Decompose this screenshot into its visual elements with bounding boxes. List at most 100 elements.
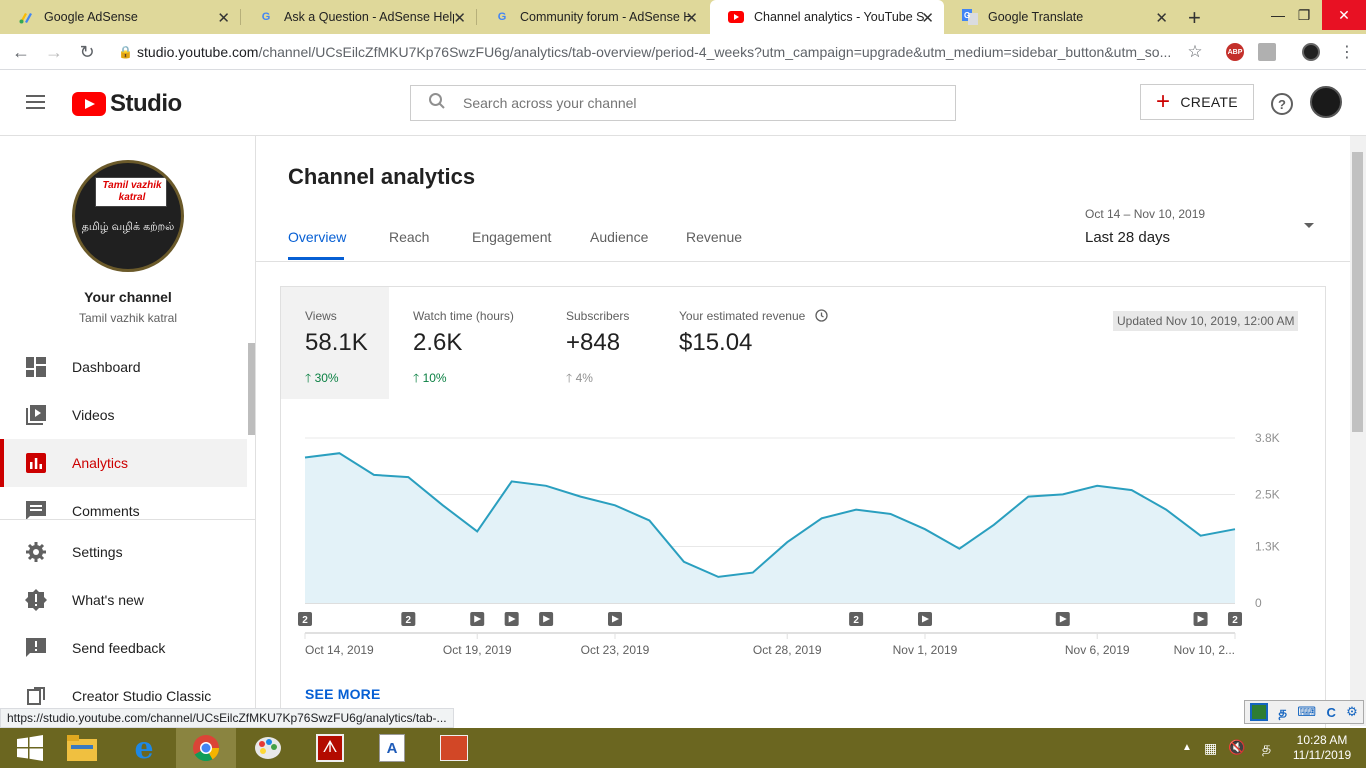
metric-change: 🡑 4% [566, 371, 593, 385]
network-icon[interactable]: ▦ [1204, 740, 1217, 757]
tab-engagement[interactable]: Engagement [472, 229, 551, 245]
metric-views[interactable]: Views 58.1K 🡑 30% [281, 287, 389, 399]
internet-explorer-icon[interactable]: e [114, 728, 174, 768]
sidebar-item-settings[interactable]: Settings [0, 528, 247, 576]
chart-point [510, 479, 514, 483]
whats-new-icon [25, 589, 47, 611]
sidebar-item-whats-new[interactable]: What's new [0, 576, 247, 624]
video-marker-icon[interactable] [918, 612, 932, 626]
new-tab-icon[interactable]: + [1188, 5, 1201, 31]
chrome-icon[interactable] [176, 728, 236, 768]
google-icon: G [261, 11, 271, 23]
chart-x-tick-label: Nov 10, 2... [1174, 643, 1235, 657]
window-close-icon[interactable]: ✕ [1322, 0, 1366, 30]
video-marker-icon[interactable] [470, 612, 485, 626]
video-marker-icon[interactable] [1055, 612, 1070, 626]
menu-icon[interactable] [26, 95, 45, 109]
sidebar: Tamil vazhik katral தமிழ் வழிக் கற்றல் Y… [0, 136, 256, 726]
forward-icon[interactable]: → [43, 41, 65, 63]
channel-search[interactable] [410, 85, 956, 121]
tab-title: Google AdSense [44, 10, 138, 24]
browser-tab-ask-question[interactable]: G Ask a Question - AdSense Help ✕ [240, 0, 476, 34]
bookmark-star-icon[interactable]: ☆ [1184, 41, 1206, 63]
keyboard-icon[interactable]: ⌨ [1297, 704, 1316, 720]
sidebar-item-analytics[interactable]: Analytics [0, 439, 247, 487]
ime-script-icon[interactable]: த [1279, 704, 1287, 721]
sidebar-scrollbar[interactable] [248, 343, 255, 435]
svg-text:G: G [964, 11, 970, 20]
close-tab-icon[interactable]: ✕ [453, 9, 466, 27]
search-input[interactable] [463, 95, 933, 111]
video-count-marker[interactable]: 2 [1228, 612, 1242, 626]
ime-settings-icon[interactable]: ⚙ [1346, 704, 1358, 720]
reload-icon[interactable]: ↻ [76, 41, 98, 63]
system-clock[interactable]: 10:28 AM 11/11/2019 [1282, 733, 1362, 763]
start-icon[interactable] [0, 728, 60, 768]
search-icon[interactable] [411, 92, 463, 115]
close-tab-icon[interactable]: ✕ [217, 9, 230, 27]
sidebar-item-send-feedback[interactable]: Send feedback [0, 624, 247, 672]
channel-avatar[interactable]: Tamil vazhik katral தமிழ் வழிக் கற்றல் [72, 160, 184, 272]
show-hidden-icons-icon[interactable]: ▲ [1182, 742, 1192, 753]
video-count-marker[interactable]: 2 [849, 612, 864, 626]
pdf-extension-icon[interactable] [1258, 43, 1276, 61]
video-marker-icon[interactable] [539, 612, 554, 626]
studio-logo[interactable]: Studio [72, 90, 182, 118]
acrobat-icon[interactable]: ᗑ [300, 728, 360, 768]
sidebar-item-dashboard[interactable]: Dashboard [0, 343, 247, 391]
paint-icon[interactable] [238, 728, 298, 768]
metric-revenue[interactable]: Your estimated revenue $15.04 [679, 287, 859, 399]
close-tab-icon[interactable]: ✕ [685, 9, 698, 27]
avatar-text-top: Tamil vazhik katral [102, 180, 162, 203]
address-bar[interactable]: 🔒 studio.youtube.com /channel/UCsEilcZfM… [110, 38, 1210, 66]
chrome-menu-icon[interactable]: ⋮ [1336, 41, 1358, 63]
file-explorer-icon[interactable] [52, 728, 112, 768]
tab-revenue[interactable]: Revenue [686, 229, 742, 245]
ime-mode-icon[interactable]: C [1326, 705, 1335, 720]
ime-language-icon[interactable] [1250, 703, 1269, 721]
caret-down-icon[interactable] [1304, 223, 1314, 228]
browser-tab-community[interactable]: G Community forum - AdSense He ✕ [476, 0, 708, 34]
period-select[interactable]: Last 28 days [1085, 229, 1170, 246]
browser-tab-channel-analytics[interactable]: Channel analytics - YouTube Stu ✕ [710, 0, 944, 34]
metric-label: Your estimated revenue [679, 309, 828, 325]
google-icon: G [497, 11, 507, 23]
tab-audience[interactable]: Audience [590, 229, 648, 245]
metric-watch-time[interactable]: Watch time (hours) 2.6K 🡑 10% [413, 287, 553, 399]
help-icon[interactable]: ? [1271, 93, 1293, 115]
back-icon[interactable]: ← [10, 41, 32, 63]
browser-tab-translate[interactable]: G Google Translate ✕ [944, 0, 1178, 34]
sidebar-item-label: Settings [72, 544, 123, 560]
tab-reach[interactable]: Reach [389, 229, 429, 245]
ime-toolbar[interactable]: த ⌨ C ⚙ [1244, 700, 1364, 724]
tab-overview[interactable]: Overview [288, 229, 346, 245]
chart-point [1199, 534, 1203, 538]
video-marker-icon[interactable] [1193, 612, 1208, 626]
volume-muted-icon[interactable]: 🔇 [1228, 739, 1245, 756]
create-label: CREATE [1180, 94, 1238, 110]
main-scrollbar[interactable] [1350, 136, 1366, 726]
close-tab-icon[interactable]: ✕ [1155, 9, 1168, 27]
scrollbar-thumb[interactable] [1352, 152, 1363, 432]
account-avatar[interactable] [1310, 86, 1342, 118]
adblock-plus-icon[interactable]: ABP [1226, 43, 1244, 61]
metric-label: Watch time (hours) [413, 309, 514, 323]
create-button[interactable]: + CREATE [1140, 84, 1254, 120]
profile-avatar-icon[interactable] [1302, 43, 1320, 61]
date-range[interactable]: Oct 14 – Nov 10, 2019 [1085, 207, 1205, 221]
word-icon[interactable]: A [362, 728, 422, 768]
powerpoint-icon[interactable] [424, 728, 484, 768]
maximize-icon[interactable]: ❐ [1282, 0, 1326, 30]
chart-x-tick-label: Nov 1, 2019 [893, 643, 958, 657]
video-marker-icon[interactable] [608, 612, 622, 626]
video-count-marker[interactable]: 2 [298, 612, 312, 626]
see-more-button[interactable]: SEE MORE [305, 686, 381, 702]
sidebar-item-label: Comments [72, 503, 140, 519]
metric-subscribers[interactable]: Subscribers +848 🡑 4% [566, 287, 666, 399]
browser-tab-adsense[interactable]: Google AdSense ✕ [0, 0, 240, 34]
video-count-marker[interactable]: 2 [401, 612, 416, 626]
close-tab-icon[interactable]: ✕ [921, 9, 934, 27]
input-language-icon[interactable]: த [1262, 739, 1271, 758]
video-marker-icon[interactable] [504, 612, 519, 626]
sidebar-item-videos[interactable]: Videos [0, 391, 247, 439]
